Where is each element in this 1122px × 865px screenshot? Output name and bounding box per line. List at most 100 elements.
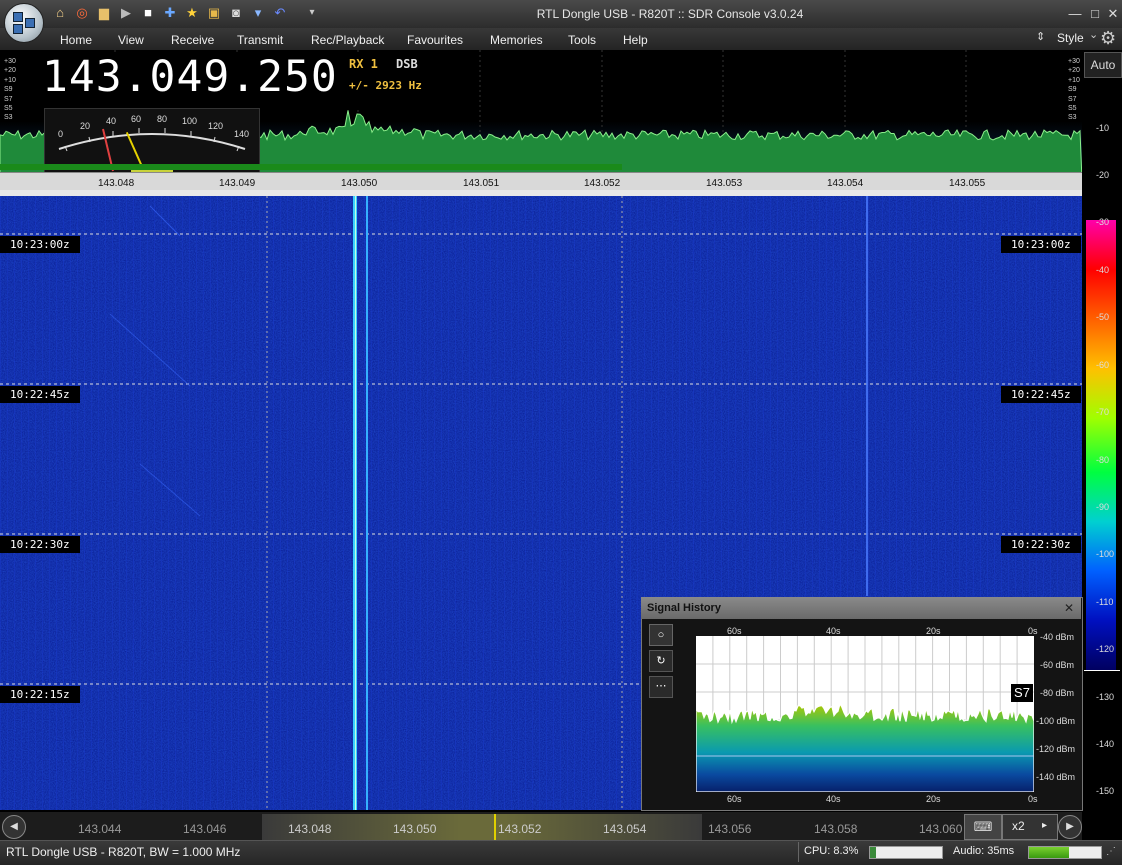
scroll-freq-label: 143.060 xyxy=(919,822,963,836)
refresh-icon[interactable]: ↻ xyxy=(649,650,673,672)
smeter-label-100: 100 xyxy=(182,116,198,126)
menu-transmit[interactable]: Transmit xyxy=(237,33,283,47)
mode-label[interactable]: DSB xyxy=(396,57,418,71)
menu-home[interactable]: Home xyxy=(60,33,92,47)
keyboard-icon[interactable]: ⌨ xyxy=(964,814,1002,840)
scroll-left-icon[interactable]: ◀ xyxy=(2,815,26,839)
sh-time-bottom: 20s xyxy=(926,794,941,804)
sh-time-bottom: 0s xyxy=(1028,794,1038,804)
menu-memories[interactable]: Memories xyxy=(490,33,543,47)
auto-button[interactable]: Auto xyxy=(1084,52,1122,78)
colorbar-label: -20 xyxy=(1096,170,1110,180)
freq-tick: 143.053 xyxy=(706,178,743,189)
scroll-freq-label: 143.050 xyxy=(393,822,437,836)
app-menu-button[interactable] xyxy=(4,3,44,43)
scroll-freq-label: 143.044 xyxy=(78,822,122,836)
spectrum-range-bar[interactable] xyxy=(0,164,622,170)
drop-icon[interactable]: ▾ xyxy=(250,5,266,21)
scroll-right-icon[interactable]: ▶ xyxy=(1058,815,1082,839)
sh-db-label: -80 dBm xyxy=(1040,688,1075,698)
colorbar-label: -90 xyxy=(1096,502,1110,512)
style-menu[interactable]: Style xyxy=(1057,31,1084,45)
waterfall-time-label: 10:22:15z xyxy=(0,686,80,703)
waterfall-time-label: 10:23:00z xyxy=(0,236,80,253)
camera-icon[interactable]: ◙ xyxy=(228,5,244,21)
sh-time-top: 20s xyxy=(926,626,941,636)
freq-tick: 143.054 xyxy=(827,178,864,189)
colorbar-label: -100 xyxy=(1096,549,1115,559)
menu-rec-playback[interactable]: Rec/Playback xyxy=(311,33,384,47)
colorbar-label: -140 xyxy=(1096,739,1115,749)
menu-receive[interactable]: Receive xyxy=(171,33,214,47)
scroll-freq-label: 143.058 xyxy=(814,822,858,836)
stop-icon[interactable]: ■ xyxy=(140,5,156,21)
freq-tick: 143.049 xyxy=(219,178,256,189)
waterfall-time-label-right: 10:22:45z xyxy=(1001,386,1081,403)
vfo-frequency[interactable]: 143.049.250 xyxy=(42,52,338,102)
close-icon[interactable]: ✕ xyxy=(1104,6,1122,22)
sh-db-label: -120 dBm xyxy=(1036,744,1076,754)
sh-db-label: -40 dBm xyxy=(1040,632,1075,642)
frequency-axis[interactable] xyxy=(0,172,1082,191)
smeter-label-40: 40 xyxy=(106,116,117,126)
smeter-label-120: 120 xyxy=(208,121,224,131)
signal-history-close-icon[interactable]: ✕ xyxy=(1064,601,1074,615)
colorbar-label: -30 xyxy=(1096,217,1110,227)
resize-grip-icon[interactable]: ⋰ xyxy=(1106,846,1116,857)
colorbar-label: -130 xyxy=(1096,692,1115,702)
zoom-selector[interactable] xyxy=(1002,814,1058,840)
sh-db-label: -100 dBm xyxy=(1036,716,1076,726)
smeter-label-20: 20 xyxy=(80,121,91,131)
tuned-frequency-marker xyxy=(494,814,496,840)
colorbar-label: -80 xyxy=(1096,455,1110,465)
signal-history-plot xyxy=(696,636,1034,792)
undo-icon[interactable]: ↶ xyxy=(272,5,288,21)
style-chevron-icon[interactable]: ⌄ xyxy=(1089,28,1098,41)
smeter-label-60: 60 xyxy=(131,114,142,124)
waterfall-time-label: 10:22:45z xyxy=(0,386,80,403)
sh-time-top: 60s xyxy=(727,626,742,636)
cpu-meter xyxy=(869,846,943,859)
folder-icon[interactable]: ▆ xyxy=(96,5,112,21)
dropdown-icon[interactable]: ▾ xyxy=(304,5,320,21)
play-icon[interactable]: ▶ xyxy=(118,5,134,21)
scroll-freq-label: 143.048 xyxy=(288,822,332,836)
maximize-icon[interactable]: □ xyxy=(1086,6,1104,22)
smeter-label-0: 0 xyxy=(58,129,64,139)
signal-history-title: Signal History xyxy=(647,602,721,614)
freq-tick: 143.052 xyxy=(584,178,621,189)
minimize-icon[interactable]: — xyxy=(1066,6,1084,22)
cpu-status: CPU: 8.3% xyxy=(804,845,859,857)
freq-tick: 143.051 xyxy=(463,178,500,189)
offset-label: +/- 2923 Hz xyxy=(349,79,422,92)
lock-icon[interactable]: ▣ xyxy=(206,5,222,21)
colorbar-label: -40 xyxy=(1096,265,1110,275)
record-icon[interactable]: ○ xyxy=(649,624,673,646)
colorbar-floor-marker[interactable] xyxy=(1084,670,1120,671)
colorbar-label: -10 xyxy=(1096,123,1110,133)
menu-help[interactable]: Help xyxy=(623,33,648,47)
sh-db-label: -60 dBm xyxy=(1040,660,1075,670)
add-icon[interactable]: ✚ xyxy=(162,5,178,21)
rx-label: RX 1 xyxy=(349,57,378,71)
home-icon[interactable]: ⌂ xyxy=(52,5,68,21)
menu-favourites[interactable]: Favourites xyxy=(407,33,463,47)
more-icon[interactable]: ⋯ xyxy=(649,676,673,698)
menu-tools[interactable]: Tools xyxy=(568,33,596,47)
menu-bar xyxy=(0,28,1122,50)
sh-time-top: 40s xyxy=(826,626,841,636)
window-title: RTL Dongle USB - R820T :: SDR Console v3… xyxy=(536,7,804,21)
settings-gear-icon[interactable]: ⚙ xyxy=(1100,28,1116,49)
style-arrows-icon[interactable]: ⇕ xyxy=(1036,30,1045,43)
star-icon[interactable]: ★ xyxy=(184,5,200,21)
lifebuoy-icon[interactable]: ◎ xyxy=(74,5,90,21)
device-status: RTL Dongle USB - R820T, BW = 1.000 MHz xyxy=(6,845,241,859)
sh-time-bottom: 60s xyxy=(727,794,742,804)
waterfall-time-label-right: 10:23:00z xyxy=(1001,236,1081,253)
freq-tick: 143.055 xyxy=(949,178,986,189)
zoom-chevron-icon: ▸ xyxy=(1042,820,1048,831)
spectrum-right-scale: +30 +20 +10 S9 S7 S5 S3 xyxy=(1068,58,1080,122)
menu-view[interactable]: View xyxy=(118,33,144,47)
waterfall-time-label-right: 10:22:30z xyxy=(1001,536,1081,553)
sh-db-label: -140 dBm xyxy=(1036,772,1076,782)
